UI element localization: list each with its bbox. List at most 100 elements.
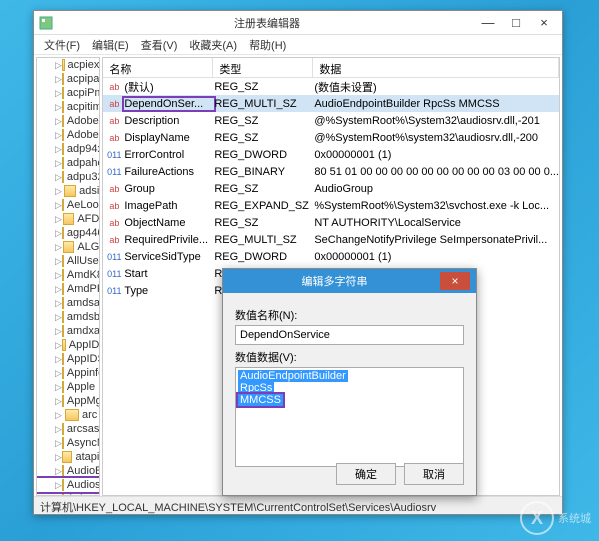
- string-icon: ab: [107, 97, 121, 111]
- tree-item[interactable]: ▷AdobeFlashPlayerUpda: [37, 128, 99, 142]
- value-row[interactable]: ab(默认)REG_SZ(数值未设置): [103, 78, 559, 95]
- menu-edit[interactable]: 编辑(E): [86, 35, 135, 55]
- tree-item-label: AppMgmt: [67, 395, 100, 407]
- tree-item[interactable]: ▷acpiPmi: [37, 86, 99, 100]
- value-row[interactable]: abDisplayNameREG_SZ@%SystemRoot%\system3…: [103, 129, 559, 146]
- tree-item[interactable]: ▷adpu320: [37, 170, 99, 184]
- tree-item-label: acpitime: [67, 101, 100, 113]
- multistring-line[interactable]: AudioEndpointBuilder: [238, 370, 348, 382]
- tree-item-label: amdsata: [67, 297, 100, 309]
- cancel-button[interactable]: 取消: [404, 463, 464, 485]
- col-data[interactable]: 数据: [313, 58, 559, 77]
- multistring-line[interactable]: RpcSs: [238, 382, 274, 394]
- close-button[interactable]: ×: [530, 13, 558, 33]
- cell-data: NT AUTHORITY\LocalService: [314, 217, 559, 229]
- tree-item[interactable]: ▷Appinfo: [37, 366, 99, 380]
- cell-data: AudioGroup: [314, 183, 559, 195]
- cell-name: FailureActions: [124, 166, 214, 178]
- tree-item[interactable]: ▷AsyncMac: [37, 436, 99, 450]
- minimize-button[interactable]: —: [474, 13, 502, 33]
- tree-item[interactable]: ▷adpahci: [37, 156, 99, 170]
- value-name-input[interactable]: [235, 325, 464, 345]
- tree-item[interactable]: ▷ acpitime: [37, 100, 99, 114]
- registry-tree[interactable]: ▷acpiex▷acpipagr▷acpiPmi ▷ acpitime▷AdobeA…: [36, 57, 100, 496]
- value-row[interactable]: abImagePathREG_EXPAND_SZ%SystemRoot%\Sys…: [103, 197, 559, 214]
- tree-item-label: AmdPPM: [67, 283, 100, 295]
- value-row[interactable]: abGroupREG_SZAudioGroup: [103, 180, 559, 197]
- multistring-line[interactable]: MMCSS: [238, 394, 283, 406]
- string-icon: ab: [107, 199, 121, 213]
- col-type[interactable]: 类型: [213, 58, 313, 77]
- tree-item-label: AFD: [77, 213, 99, 225]
- binary-icon: 011: [107, 284, 121, 298]
- col-name[interactable]: 名称: [103, 58, 213, 77]
- value-row[interactable]: 011ErrorControlREG_DWORD0x00000001 (1): [103, 146, 559, 163]
- tree-item[interactable]: ▷AppIDSvc: [37, 352, 99, 366]
- tree-item[interactable]: ▷arc: [37, 408, 99, 422]
- tree-item[interactable]: ▷acpiex: [37, 58, 99, 72]
- tree-item-label: atapi: [75, 451, 99, 463]
- tree-item[interactable]: ▷AppMgmt: [37, 394, 99, 408]
- folder-icon: [63, 213, 74, 225]
- menu-help[interactable]: 帮助(H): [243, 35, 292, 55]
- tree-item[interactable]: ▷acpipagr: [37, 72, 99, 86]
- chevron-icon: ▷: [55, 116, 62, 127]
- tree-item[interactable]: ▷AudioEndpointBuilder: [37, 464, 99, 478]
- tree-item[interactable]: ▷arcsas: [37, 422, 99, 436]
- dialog-titlebar[interactable]: 编辑多字符串 ×: [223, 269, 476, 293]
- value-row[interactable]: abObjectNameREG_SZNT AUTHORITY\LocalServ…: [103, 214, 559, 231]
- value-data-textarea[interactable]: AudioEndpointBuilderRpcSsMMCSS: [235, 367, 464, 467]
- tree-item[interactable]: ▷adp94xx: [37, 142, 99, 156]
- menu-view[interactable]: 查看(V): [135, 35, 184, 55]
- tree-item[interactable]: ▷amdsbs: [37, 310, 99, 324]
- folder-icon: [62, 311, 64, 323]
- tree-item[interactable]: ▷Apple Mobile Device: [37, 380, 99, 394]
- tree-item[interactable]: ▷ALG: [37, 240, 99, 254]
- tree-item[interactable]: ▷AmdK8: [37, 268, 99, 282]
- tree-item[interactable]: ▷amdxata: [37, 324, 99, 338]
- menu-file[interactable]: 文件(F): [38, 35, 86, 55]
- value-row[interactable]: 011FailureActionsREG_BINARY80 51 01 00 0…: [103, 163, 559, 180]
- value-row[interactable]: 011ServiceSidTypeREG_DWORD0x00000001 (1): [103, 248, 559, 265]
- tree-item[interactable]: ▷AmdPPM: [37, 282, 99, 296]
- cell-type: REG_EXPAND_SZ: [214, 200, 314, 212]
- cell-type: REG_SZ: [214, 217, 314, 229]
- ok-button[interactable]: 确定: [336, 463, 396, 485]
- tree-item[interactable]: ▷amdsata: [37, 296, 99, 310]
- dialog-close-button[interactable]: ×: [440, 272, 470, 290]
- window-title: 注册表编辑器: [60, 15, 474, 31]
- tree-item[interactable]: ▷atapi: [37, 450, 99, 464]
- chevron-icon: ▷: [55, 466, 62, 477]
- binary-icon: 011: [107, 250, 121, 264]
- tree-item[interactable]: ▷Audiosrv: [37, 478, 99, 492]
- folder-icon: [62, 157, 64, 169]
- tree-item[interactable]: ▷AllUserInstallAgent: [37, 254, 99, 268]
- menu-favorites[interactable]: 收藏夹(A): [183, 35, 243, 55]
- cell-type: REG_MULTI_SZ: [214, 234, 314, 246]
- tree-item[interactable]: ▷AdobeARMservice: [37, 114, 99, 128]
- dialog-buttons: 确定 取消: [336, 463, 464, 485]
- value-row[interactable]: abRequiredPrivile...REG_MULTI_SZSeChange…: [103, 231, 559, 248]
- tree-item-label: agp440: [67, 227, 100, 239]
- tree-item[interactable]: ▷AeLookupSvc: [37, 198, 99, 212]
- binary-icon: 011: [107, 267, 121, 281]
- chevron-icon: ▷: [55, 228, 62, 239]
- chevron-icon: ▷: [55, 172, 62, 183]
- titlebar[interactable]: 注册表编辑器 — □ ×: [34, 11, 562, 35]
- value-row[interactable]: abDependOnSer...REG_MULTI_SZAudioEndpoin…: [103, 95, 559, 112]
- tree-item-label: arcsas: [67, 423, 99, 435]
- chevron-icon: ▷: [55, 102, 62, 113]
- value-name-label: 数值名称(N):: [235, 307, 464, 323]
- string-icon: ab: [107, 80, 121, 94]
- tree-item[interactable]: ▷ agp440: [37, 226, 99, 240]
- chevron-icon: ▷: [55, 340, 62, 351]
- chevron-icon: ▷: [55, 186, 64, 197]
- folder-icon: [62, 143, 64, 155]
- string-icon: ab: [107, 182, 121, 196]
- tree-item[interactable]: ▷adsi: [37, 184, 99, 198]
- maximize-button[interactable]: □: [502, 13, 530, 33]
- value-row[interactable]: abDescriptionREG_SZ@%SystemRoot%\System3…: [103, 112, 559, 129]
- tree-item[interactable]: ▷AppID: [37, 338, 99, 352]
- tree-item[interactable]: ▷AFD: [37, 212, 99, 226]
- watermark-text: 系统城: [558, 510, 591, 526]
